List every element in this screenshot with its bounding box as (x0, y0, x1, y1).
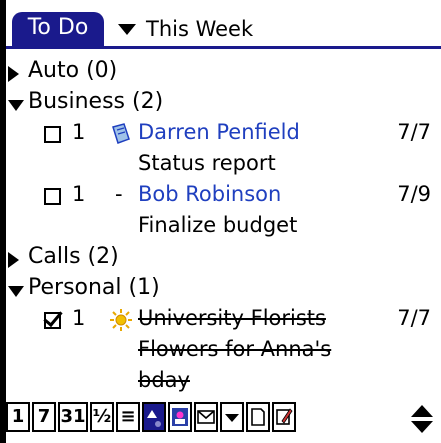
view-week-button[interactable]: 7 (32, 402, 56, 432)
pencil-icon (276, 408, 293, 425)
mail-button[interactable] (194, 402, 218, 432)
page-icon (251, 408, 265, 426)
header: To Do This Week (6, 12, 441, 49)
expand-right-icon (8, 66, 19, 82)
task-note: Status report (138, 151, 276, 175)
task-note-row: Finalize budget (8, 213, 441, 244)
task-note: Flowers for Anna's (138, 337, 332, 361)
category-name: Calls (2) (28, 244, 119, 269)
task-description[interactable]: Darren Penfield (138, 120, 300, 144)
todo-app-button[interactable] (142, 402, 166, 432)
task-checkbox-checked[interactable] (44, 312, 61, 329)
category-picker[interactable]: This Week (118, 14, 253, 44)
category-row-calls[interactable]: Calls (2) (8, 244, 441, 275)
task-note: Finalize budget (138, 213, 298, 237)
task-priority: 1 (72, 306, 86, 330)
task-note-row: Status report (8, 151, 441, 182)
task-due-date[interactable]: 7/7 (397, 120, 431, 144)
expand-down-icon (8, 286, 24, 297)
dropdown-button[interactable] (220, 402, 244, 432)
contacts-button[interactable] (168, 402, 192, 432)
category-name: Personal (1) (28, 275, 160, 300)
task-description[interactable]: University Florists (138, 306, 326, 330)
view-day-button[interactable]: 1 (6, 402, 30, 432)
task-note-line-2: bday (138, 368, 190, 392)
task-due-date[interactable]: 7/9 (397, 182, 431, 206)
task-row[interactable]: 1 Darren Penfield 7/7 (8, 120, 441, 151)
edit-button[interactable] (272, 402, 296, 432)
task-note-row: Flowers for Anna's (8, 337, 441, 368)
task-due-date[interactable]: 7/7 (397, 306, 431, 330)
chevron-down-icon (118, 23, 136, 35)
chevron-down-icon (225, 414, 239, 422)
envelope-icon (197, 410, 215, 424)
category-row-auto[interactable]: Auto (0) (8, 58, 441, 89)
task-priority: 1 (72, 182, 86, 206)
view-toolbar: 1 7 31 ½ ≡ (6, 402, 298, 436)
view-list-button[interactable]: ≡ (116, 402, 140, 432)
new-item-button[interactable] (246, 402, 270, 432)
todo-icon (147, 410, 161, 427)
app-tab[interactable]: To Do (12, 12, 104, 46)
contact-icon (172, 408, 188, 426)
category-row-business[interactable]: Business (2) (8, 89, 441, 120)
app-tab-label: To Do (27, 15, 89, 40)
category-label: This Week (146, 17, 254, 41)
task-note-row: bday (8, 368, 441, 399)
view-month-button[interactable]: 31 (58, 402, 88, 432)
scroll-up-icon[interactable] (411, 405, 433, 417)
note-icon[interactable] (108, 121, 134, 147)
expand-down-icon (8, 100, 24, 111)
category-name: Business (2) (28, 89, 164, 114)
task-priority: 1 (72, 120, 86, 144)
task-row[interactable]: 1 University Florists 7/7 (8, 306, 441, 337)
todo-list: Auto (0) Business (2) 1 Darren Penfield … (8, 58, 441, 399)
task-checkbox[interactable] (44, 126, 61, 143)
category-name: Auto (0) (28, 58, 118, 83)
scroll-arrows[interactable] (411, 405, 435, 435)
header-rule (6, 46, 441, 49)
task-row[interactable]: 1 - Bob Robinson 7/9 (8, 182, 441, 213)
no-note-dash: - (115, 182, 123, 206)
scroll-down-icon[interactable] (411, 421, 433, 433)
view-fraction-button[interactable]: ½ (90, 402, 114, 432)
task-checkbox[interactable] (44, 188, 61, 205)
expand-right-icon (8, 252, 19, 268)
category-row-personal[interactable]: Personal (1) (8, 275, 441, 306)
task-description[interactable]: Bob Robinson (138, 182, 281, 206)
sun-icon (110, 309, 132, 331)
